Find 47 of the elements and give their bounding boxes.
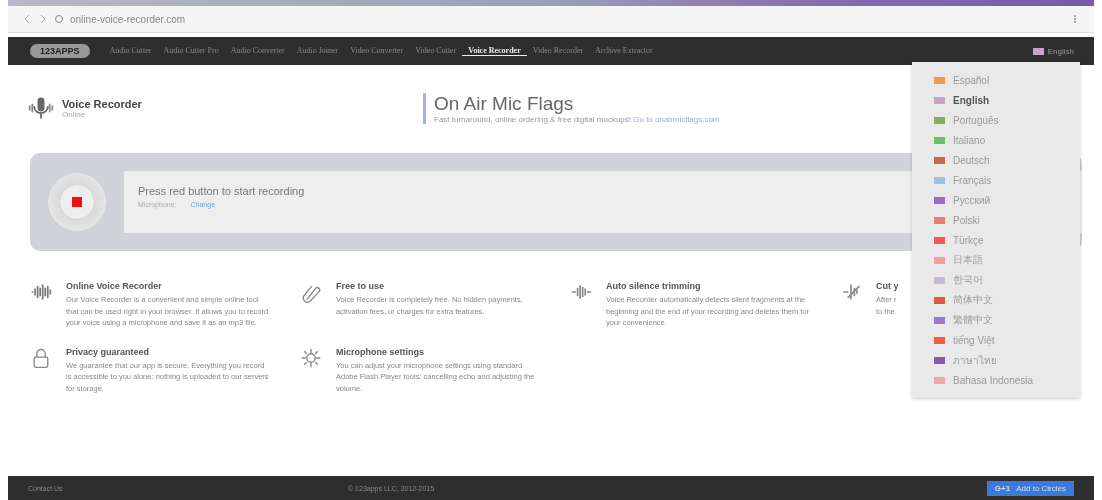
language-option[interactable]: Bahasa Indonesia [912, 370, 1080, 390]
nav-link[interactable]: Voice Recorder [462, 46, 527, 56]
nav-link[interactable]: Archive Extractor [589, 46, 659, 56]
nav-link[interactable]: Video Converter [344, 46, 410, 56]
language-option[interactable]: Polski [912, 210, 1080, 230]
reload-icon[interactable] [54, 14, 64, 24]
nav-link[interactable]: Audio Joiner [290, 46, 345, 56]
feature-title: Auto silence trimming [606, 281, 702, 291]
language-option[interactable]: 简体中文 [912, 290, 1080, 310]
language-option[interactable]: 日本語 [912, 250, 1080, 270]
nav-link[interactable]: Audio Converter [224, 46, 291, 56]
ad-text: Fast turnaround, online ordering & free digital mockups! [434, 114, 631, 124]
language-option[interactable]: Русский [912, 190, 1080, 210]
forward-icon[interactable] [38, 14, 48, 24]
language-option[interactable]: Español [912, 70, 1080, 90]
language-option[interactable]: Türkçe [912, 230, 1080, 250]
language-option[interactable]: Italiano [912, 130, 1080, 150]
feature-title: Online Voice Recorder [66, 281, 163, 291]
language-option[interactable]: 한국어 [912, 270, 1080, 290]
sound-wave-icon [30, 281, 52, 303]
language-option[interactable]: Français [912, 170, 1080, 190]
microphone-icon [28, 95, 54, 121]
language-option[interactable]: Deutsch [912, 150, 1080, 170]
app-title: Voice Recorder [62, 97, 142, 110]
flag-icon [1032, 47, 1044, 55]
language-option[interactable]: ภาษาไทย [912, 350, 1080, 370]
nav-link[interactable]: Audio Cutter [103, 46, 158, 56]
ad-link[interactable]: Go to onairmicflags.com [633, 114, 720, 124]
back-icon[interactable] [22, 14, 32, 24]
logo[interactable]: 123APPS [30, 44, 90, 58]
language-option[interactable]: Português [912, 110, 1080, 130]
language-option[interactable]: English [912, 90, 1080, 110]
add-to-circles-button[interactable]: G+1 Add to Circles [986, 480, 1074, 496]
nav-link[interactable]: Audio Cutter Pro [157, 46, 225, 56]
feature-title: Cut y [876, 281, 900, 291]
feature-title: Microphone settings [336, 346, 425, 357]
feature-title: Free to use [336, 281, 385, 291]
nav-link[interactable]: Video Cutter [409, 46, 463, 56]
feature-title: Privacy guaranteed [66, 346, 151, 357]
app-subtitle: Online [62, 109, 87, 119]
gear-icon [300, 346, 322, 369]
nav-link[interactable]: Video Recorder [526, 46, 590, 56]
language-selector[interactable]: English [1032, 46, 1074, 56]
language-option[interactable]: tiếng Việt [912, 330, 1080, 350]
ad-title: On Air Mic Flags [434, 92, 575, 115]
language-option[interactable]: 繁體中文 [912, 310, 1080, 330]
recorder-prompt: Press red button to start recording [138, 185, 306, 197]
